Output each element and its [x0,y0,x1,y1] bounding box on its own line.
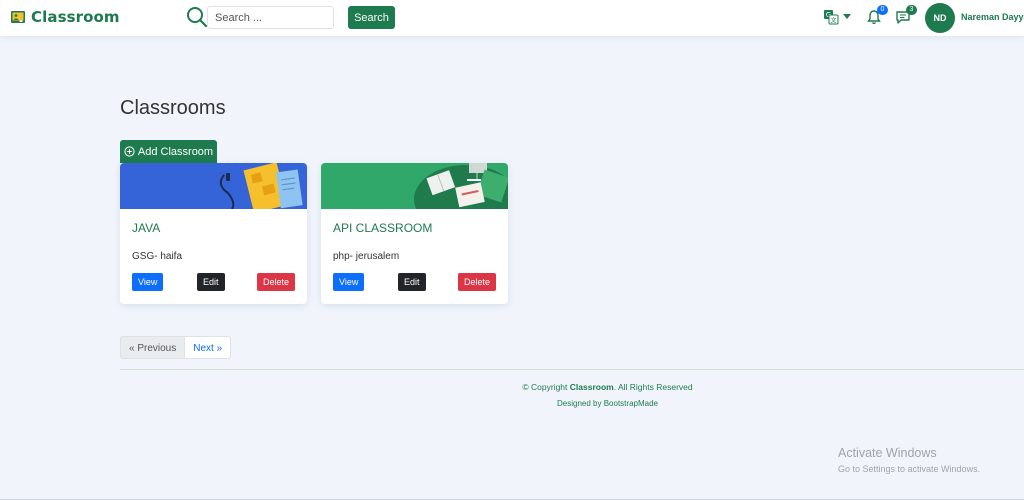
brand-name: Classroom [31,8,120,26]
delete-button[interactable]: Delete [458,273,497,291]
translate-icon: G 文 [824,10,839,25]
pagination: « Previous Next » [120,336,232,359]
avatar[interactable]: ND [925,3,955,33]
page-title: Classrooms [120,97,226,119]
svg-text:文: 文 [830,17,836,25]
next-page-link[interactable]: Next » [185,336,232,359]
edit-button[interactable]: Edit [197,273,225,291]
classroom-card: API CLASSROOM php- jerusalem View Edit D… [321,163,508,304]
top-navbar: Classroom Search G 文 0 3 ND Narem [0,0,1024,36]
messages-button[interactable]: 3 [895,5,917,25]
desk-illustration [414,163,508,209]
view-button[interactable]: View [132,273,164,291]
footer-divider [120,369,1024,370]
copyright: © Copyright Classroom. All Rights Reserv… [0,382,1024,392]
add-classroom-button[interactable]: Add Classroom [120,140,217,163]
search-input[interactable] [207,6,334,29]
classroom-subtitle: GSG- haifa [132,251,183,262]
messages-badge: 3 [906,5,917,15]
copyright-brand: Classroom [569,382,614,392]
credits: Designed by BootstrapMade [0,399,1024,408]
classroom-banner [120,163,307,209]
search-button[interactable]: Search [348,6,395,29]
designed-by-label: Designed by [557,399,604,408]
windows-activation-subtitle: Go to Settings to activate Windows. [838,464,981,474]
notifications-button[interactable]: 0 [866,5,888,25]
user-name[interactable]: Nareman Dayya [961,12,1024,22]
designer-link[interactable]: BootstrapMade [604,399,658,408]
classroom-name[interactable]: JAVA [132,221,160,235]
classroom-card: JAVA GSG- haifa View Edit Delete [120,163,307,304]
classroom-subtitle: php- jerusalem [333,251,400,262]
search-icon[interactable] [186,6,208,28]
windows-activation-title: Activate Windows [838,446,937,460]
copyright-suffix: . All Rights Reserved [613,382,693,392]
edit-button[interactable]: Edit [398,273,426,291]
books-illustration [219,163,303,209]
notifications-badge: 0 [877,5,888,15]
add-classroom-label: Add Classroom [137,145,214,158]
logo-link[interactable]: Classroom [11,8,120,26]
previous-page-link[interactable]: « Previous [120,336,186,359]
language-switcher[interactable]: G 文 [823,9,851,25]
delete-button[interactable]: Delete [257,273,296,291]
view-button[interactable]: View [333,273,365,291]
classroom-banner [321,163,508,209]
plus-circle-icon [124,146,135,157]
classroom-name[interactable]: API CLASSROOM [333,221,432,235]
chevron-down-icon [843,14,851,19]
classroom-logo-icon [11,11,25,23]
copyright-prefix: © Copyright [522,382,570,392]
